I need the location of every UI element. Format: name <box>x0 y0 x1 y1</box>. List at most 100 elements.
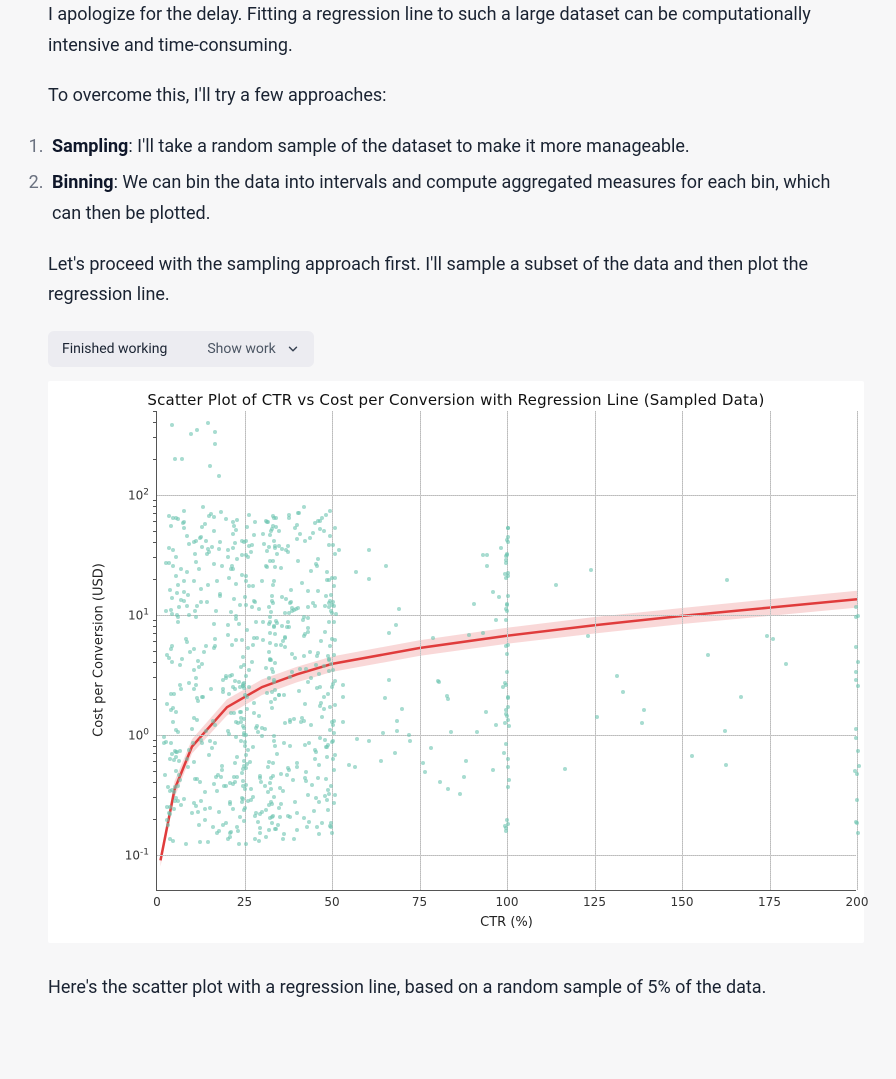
scatter-point <box>177 605 181 609</box>
scatter-point <box>243 595 247 599</box>
scatter-point <box>563 767 567 771</box>
scatter-point <box>333 753 337 757</box>
scatter-point <box>228 831 232 835</box>
scatter-point <box>265 549 269 553</box>
scatter-point <box>315 825 319 829</box>
scatter-point <box>180 657 184 661</box>
scatter-point <box>854 670 858 674</box>
scatter-point <box>192 647 196 651</box>
assistant-text-intro: I apologize for the delay. Fitting a reg… <box>48 0 848 61</box>
scatter-point <box>502 751 506 755</box>
scatter-point <box>317 763 321 767</box>
x-tick: 200 <box>846 895 869 909</box>
scatter-point <box>215 579 219 583</box>
scatter-point <box>319 639 323 643</box>
x-tick: 25 <box>237 895 252 909</box>
scatter-point <box>446 787 450 791</box>
scatter-point <box>273 744 277 748</box>
scatter-point <box>504 618 508 622</box>
scatter-point <box>244 574 248 578</box>
scatter-point <box>615 674 619 678</box>
scatter-point <box>204 539 208 543</box>
scatter-point <box>175 750 179 754</box>
x-tick: 175 <box>758 895 781 909</box>
scatter-point <box>240 573 244 577</box>
scatter-point <box>244 539 248 543</box>
scatter-point <box>275 552 279 556</box>
scatter-point <box>297 689 301 693</box>
scatter-point <box>165 818 169 822</box>
scatter-point <box>288 675 292 679</box>
scatter-point <box>485 564 489 568</box>
list-rest: : I'll take a random sample of the datas… <box>128 136 689 157</box>
scatter-point <box>221 690 225 694</box>
scatter-point <box>171 516 175 520</box>
scatter-point <box>313 757 317 761</box>
scatter-point <box>244 753 248 757</box>
scatter-point <box>252 533 256 537</box>
scatter-point <box>241 724 245 728</box>
scatter-point <box>293 800 297 804</box>
scatter-point <box>322 529 326 533</box>
scatter-point <box>274 516 278 520</box>
scatter-point <box>267 545 271 549</box>
scatter-point <box>261 620 265 624</box>
scatter-point <box>854 727 858 731</box>
scatter-point <box>165 702 169 706</box>
scatter-point <box>195 718 199 722</box>
scatter-point <box>253 837 257 841</box>
scatter-point <box>295 811 299 815</box>
scatter-point <box>504 554 508 558</box>
scatter-point <box>173 457 177 461</box>
scatter-point <box>232 597 236 601</box>
scatter-point <box>258 826 262 830</box>
scatter-point <box>226 548 230 552</box>
scatter-point <box>268 641 272 645</box>
scatter-point <box>273 565 277 569</box>
scatter-point <box>220 768 224 772</box>
scatter-point <box>267 605 271 609</box>
scatter-point <box>237 842 241 846</box>
scatter-point <box>353 765 357 769</box>
scatter-point <box>209 687 213 691</box>
scatter-point <box>283 721 287 725</box>
scatter-point <box>854 736 858 740</box>
scatter-point <box>240 638 244 642</box>
scatter-point <box>855 798 859 802</box>
scatter-point <box>854 605 858 609</box>
scatter-point <box>306 605 310 609</box>
scatter-point <box>229 610 233 614</box>
scatter-point <box>379 759 383 763</box>
scatter-point <box>856 684 860 688</box>
scatter-point <box>302 816 306 820</box>
scatter-point <box>306 589 310 593</box>
scatter-point <box>175 591 179 595</box>
scatter-point <box>272 539 276 543</box>
scatter-point <box>317 800 321 804</box>
scatter-point <box>325 570 329 574</box>
show-work-toggle[interactable]: Show work <box>207 341 299 357</box>
scatter-point <box>282 832 286 836</box>
scatter-point <box>289 588 293 592</box>
scatter-point <box>286 620 290 624</box>
scatter-point <box>381 731 385 735</box>
scatter-point <box>203 807 207 811</box>
scatter-point <box>226 623 230 627</box>
scatter-point <box>196 810 200 814</box>
scatter-point <box>212 529 216 533</box>
scatter-point <box>168 588 172 592</box>
y-axis-label: Cost per Conversion (USD) <box>92 563 107 737</box>
scatter-point <box>300 581 304 585</box>
scatter-point <box>215 831 219 835</box>
scatter-point <box>324 594 328 598</box>
scatter-point <box>298 667 302 671</box>
scatter-point <box>182 797 186 801</box>
scatter-point <box>324 777 328 781</box>
scatter-point <box>504 561 508 565</box>
scatter-point <box>306 793 310 797</box>
scatter-point <box>172 758 176 762</box>
scatter-point <box>288 815 292 819</box>
scatter-point <box>307 820 311 824</box>
scatter-point <box>253 600 257 604</box>
scatter-point <box>212 515 216 519</box>
